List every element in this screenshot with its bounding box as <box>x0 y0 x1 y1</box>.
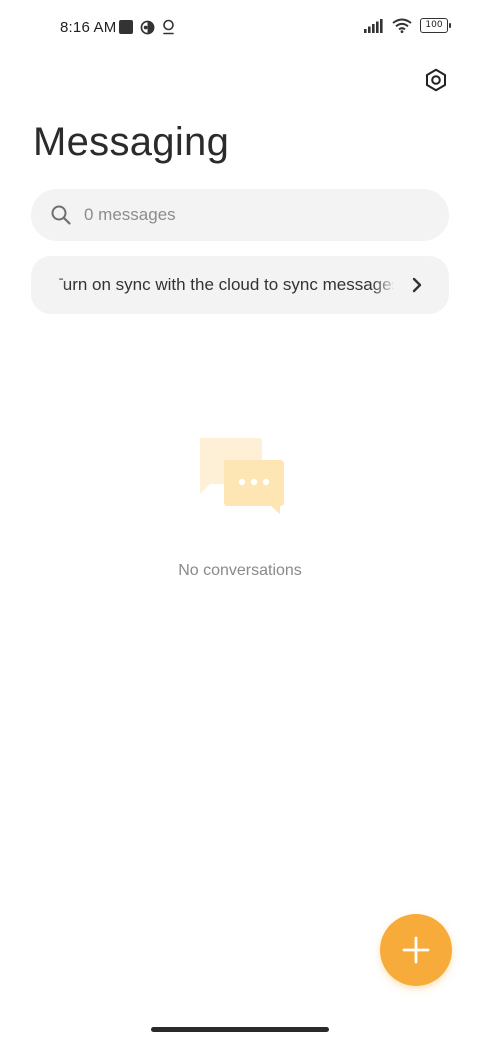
location-pin-notification-icon <box>163 19 174 35</box>
chevron-right-icon <box>412 277 422 293</box>
wifi-icon <box>392 18 412 33</box>
page-title: Messaging <box>33 120 230 164</box>
square-notification-icon <box>119 20 133 34</box>
search-input[interactable] <box>82 204 406 226</box>
status-time: 8:16 AM <box>60 19 117 36</box>
search-bar[interactable] <box>31 189 449 241</box>
half-circle-notification-icon <box>140 20 155 34</box>
status-bar: 8:16 AM 100 <box>0 0 480 56</box>
empty-chat-illustration <box>200 438 284 514</box>
sync-cloud-banner[interactable]: Turn on sync with the cloud to sync mess… <box>31 256 449 314</box>
empty-state-text: No conversations <box>178 562 302 579</box>
status-notification-icons <box>119 19 175 35</box>
sync-fade-right <box>371 256 401 314</box>
battery-icon: 100 <box>420 18 451 33</box>
settings-hex-icon <box>426 68 446 92</box>
sync-fade-left <box>31 256 67 314</box>
signal-icon <box>364 18 383 33</box>
new-message-button[interactable] <box>380 914 452 986</box>
plus-icon <box>402 936 430 964</box>
settings-button[interactable] <box>422 66 450 94</box>
status-system-icons: 100 <box>364 18 451 33</box>
search-icon <box>51 205 71 225</box>
home-indicator[interactable] <box>151 1027 329 1032</box>
sync-banner-text-container: Turn on sync with the cloud to sync mess… <box>59 256 393 314</box>
sync-banner-text: Turn on sync with the cloud to sync mess… <box>59 275 393 294</box>
